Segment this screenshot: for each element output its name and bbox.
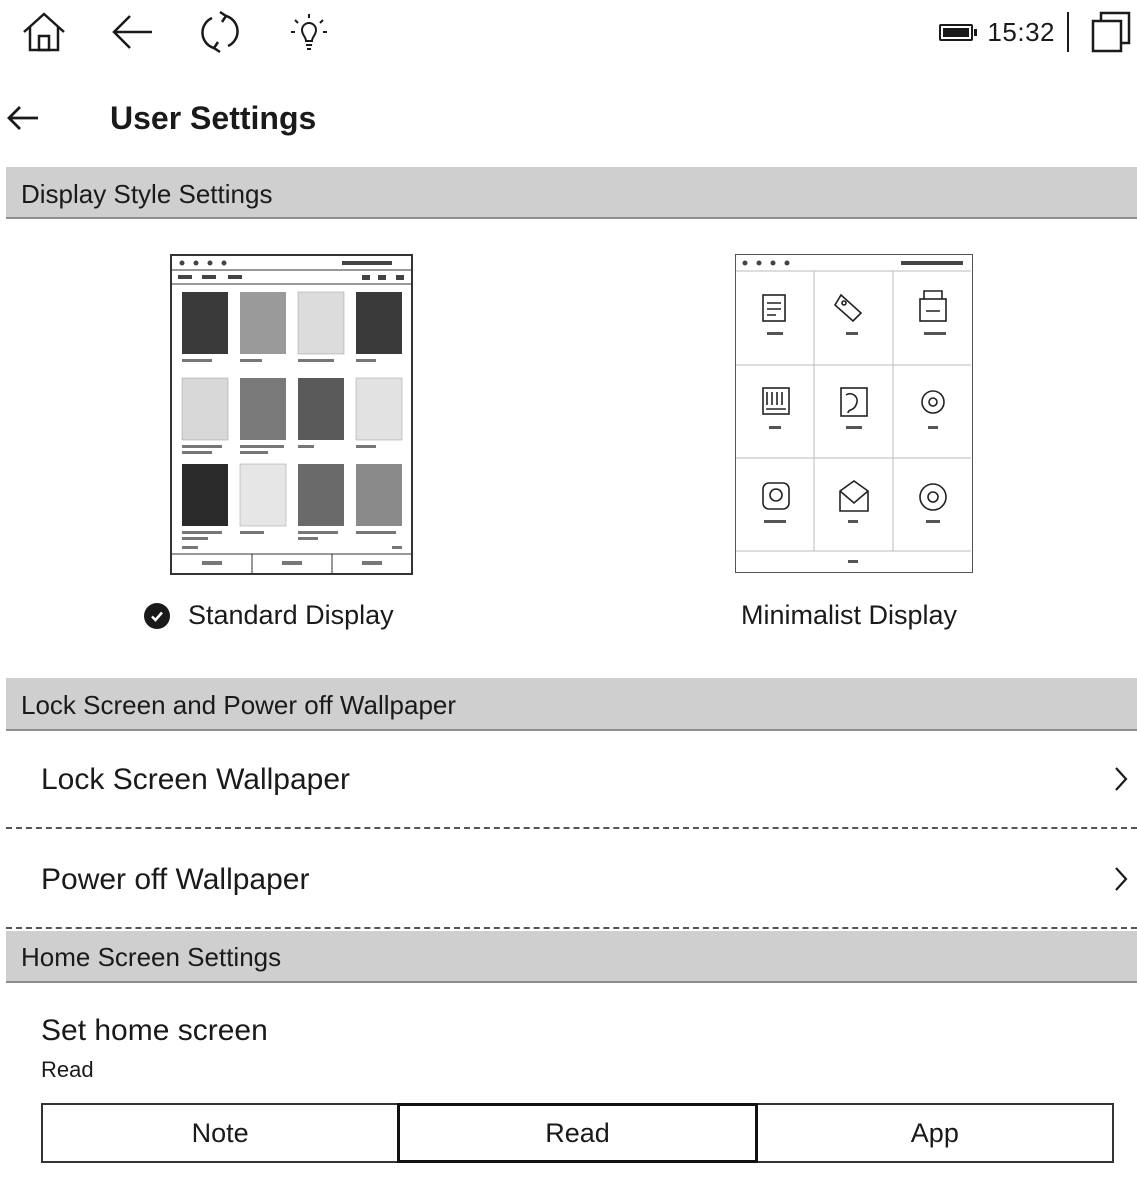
section-display-style: Display Style Settings	[6, 167, 1137, 219]
back-icon[interactable]	[108, 8, 156, 56]
frontlight-icon[interactable]	[285, 8, 333, 56]
chevron-right-icon	[1111, 865, 1131, 893]
lock-screen-wallpaper-row[interactable]: Lock Screen Wallpaper	[6, 731, 1137, 827]
standard-display-thumbnail	[172, 260, 411, 573]
power-off-wallpaper-row[interactable]: Power off Wallpaper	[6, 829, 1137, 927]
minimalist-display-option[interactable]: Minimalist Display	[741, 600, 957, 631]
power-off-wallpaper-label: Power off Wallpaper	[41, 863, 310, 896]
home-option-app[interactable]: App	[755, 1103, 1114, 1163]
chevron-right-icon	[1111, 765, 1131, 793]
page-title: User Settings	[110, 100, 317, 136]
home-screen-selector: Note Read App	[41, 1103, 1114, 1163]
page-header: User Settings	[0, 92, 1137, 152]
section-title: Home Screen Settings	[21, 942, 282, 972]
section-title: Display Style Settings	[21, 179, 273, 209]
section-title: Lock Screen and Power off Wallpaper	[21, 690, 457, 720]
recent-apps-icon[interactable]	[1091, 11, 1131, 53]
checkmark-icon	[144, 602, 170, 629]
section-lock-power-wallpaper: Lock Screen and Power off Wallpaper	[6, 678, 1137, 731]
back-arrow-icon[interactable]	[4, 98, 44, 138]
refresh-icon[interactable]	[196, 8, 244, 56]
minimalist-display-label: Minimalist Display	[741, 600, 958, 630]
set-home-screen-value: Read	[41, 1057, 94, 1082]
home-option-note[interactable]: Note	[41, 1103, 400, 1163]
lock-screen-wallpaper-label: Lock Screen Wallpaper	[41, 763, 351, 796]
minimalist-display-preview[interactable]	[735, 254, 973, 573]
row-divider	[6, 927, 1137, 929]
section-home-screen: Home Screen Settings	[6, 931, 1137, 983]
set-home-screen-row: Set home screen Read	[6, 1010, 1137, 1090]
set-home-screen-label: Set home screen	[41, 1014, 268, 1047]
battery-icon	[939, 23, 978, 41]
clock: 15:32	[987, 16, 1055, 47]
minimalist-display-thumbnail	[736, 260, 971, 563]
standard-display-option[interactable]: Standard Display	[144, 600, 394, 631]
home-icon[interactable]	[20, 8, 68, 56]
status-bar: 15:32	[0, 0, 1137, 62]
status-divider	[1067, 12, 1069, 52]
standard-display-label: Standard Display	[188, 600, 394, 630]
home-option-read[interactable]: Read	[397, 1103, 758, 1163]
standard-display-preview[interactable]	[170, 254, 413, 575]
